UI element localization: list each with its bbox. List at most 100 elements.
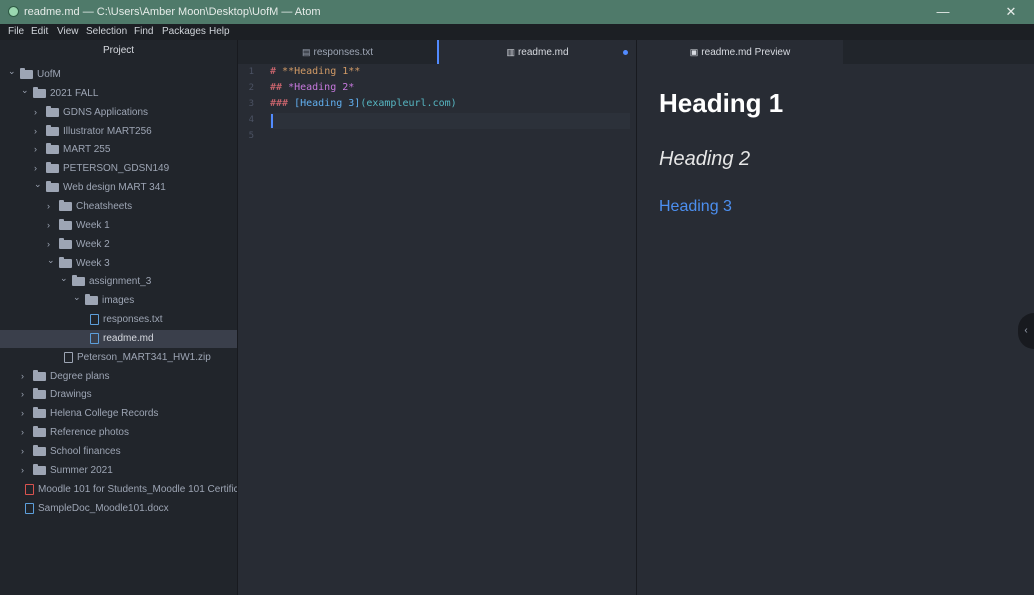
chevron-right-icon[interactable]: › [21,390,29,399]
chevron-down-icon[interactable]: ⌄ [8,67,16,76]
chevron-right-icon[interactable]: › [34,145,42,154]
chevron-right-icon[interactable]: › [47,239,55,248]
tab-label: readme.md [517,47,569,58]
tree-folder[interactable]: ⌄ Web design MART 341 [0,179,237,197]
markdown-preview: Heading 1 Heading 2 Heading 3 [637,64,1034,595]
menu-edit[interactable]: Edit [31,26,48,37]
tab-readme-md[interactable]: ▥ readme.md [437,40,636,64]
line-number-gutter: 1 2 3 4 5 [238,64,264,595]
chevron-right-icon[interactable]: › [21,447,29,456]
tab-label: readme.md Preview [701,47,791,58]
folder-icon [59,199,72,211]
menu-help[interactable]: Help [209,26,230,37]
folder-icon [33,407,46,419]
tab-readme-preview[interactable]: ▣ readme.md Preview [637,40,843,64]
tree-folder[interactable]: ⌄ Week 3 [0,255,237,273]
markdown-file-icon: ▥ [506,47,515,57]
tree-folder[interactable]: › Drawings [0,386,237,404]
project-header: Project [102,45,135,56]
tree-folder[interactable]: › Summer 2021 [0,462,237,480]
minimize-button[interactable]: — [920,0,966,24]
line-number: 3 [248,99,254,109]
menu-file[interactable]: File [8,26,24,37]
editor-tab-bar: ▤ responses.txt ▥ readme.md [238,40,636,64]
tree-item-label: Moodle 101 for Students_Moodle 101 Certi… [38,483,238,495]
tree-item-label: Week 3 [76,257,110,269]
folder-icon [46,181,59,193]
markdown-file-icon [90,332,99,344]
tree-folder[interactable]: › Helena College Records [0,405,237,423]
close-button[interactable]: ✕ [988,0,1034,24]
tree-file[interactable]: Peterson_MART341_HW1.zip [0,349,237,367]
tree-folder[interactable]: › Cheatsheets [0,198,237,216]
current-line-highlight [270,113,630,129]
tree-folder[interactable]: ⌄ assignment_3 [0,273,237,291]
tree-folder[interactable]: › Illustrator MART256 [0,123,237,141]
chevron-down-icon[interactable]: ⌄ [73,293,81,302]
menu-packages[interactable]: Packages [162,26,206,37]
tree-folder[interactable]: ⌄ images [0,292,237,310]
menu-selection[interactable]: Selection [86,26,127,37]
tree-folder[interactable]: › Week 2 [0,236,237,254]
code-token: (exampleurl.com) [360,98,457,109]
chevron-down-icon[interactable]: ⌄ [60,274,68,283]
chevron-right-icon[interactable]: › [34,164,42,173]
chevron-down-icon[interactable]: ⌄ [21,85,29,94]
preview-heading-3-link[interactable]: Heading 3 [659,198,732,216]
preview-heading-1: Heading 1 [659,88,784,118]
tree-item-label: Peterson_MART341_HW1.zip [77,351,211,363]
chevron-right-icon[interactable]: › [21,409,29,418]
tree-folder[interactable]: ⌄ UofM [0,66,237,84]
chevron-right-icon[interactable]: › [21,465,29,474]
tree-folder[interactable]: › School finances [0,443,237,461]
tree-item-label: 2021 FALL [50,87,99,99]
window-title: readme.md — C:\Users\Amber Moon\Desktop\… [24,6,321,18]
tree-file[interactable]: readme.md [0,329,237,348]
tree-folder[interactable]: › GDNS Applications [0,104,237,122]
tree-file[interactable]: Moodle 101 for Students_Moodle 101 Certi… [0,481,237,499]
code-token: ## [270,82,289,93]
code-editor[interactable]: 1 2 3 4 5 # **Heading 1** ## *Heading 2* #… [238,64,636,595]
code-line: # **Heading 1** [270,66,360,77]
chevron-down-icon[interactable]: ⌄ [34,180,42,189]
tree-item-label: Web design MART 341 [63,182,166,194]
folder-icon [33,445,46,456]
atom-logo-icon [8,6,19,17]
chevron-right-icon[interactable]: › [47,201,55,210]
tree-folder[interactable]: › PETERSON_GDSN149 [0,160,237,178]
code-line: ## *Heading 2* [270,82,354,93]
folder-icon [59,237,72,249]
tree-item-label: Week 1 [76,219,110,231]
folder-icon [46,124,59,136]
code-token: *Heading 2* [288,82,355,93]
code-token: # [270,66,283,77]
tab-responses-txt[interactable]: ▤ responses.txt [238,40,437,64]
menu-view[interactable]: View [57,26,79,37]
chevron-right-icon[interactable]: › [21,428,29,437]
chevron-right-icon[interactable]: › [34,126,42,135]
text-file-icon [90,314,99,326]
tree-folder[interactable]: ⌄ 2021 FALL [0,85,237,103]
tree-folder[interactable]: › Reference photos [0,424,237,442]
tree-file[interactable]: responses.txt [0,311,237,329]
chevron-right-icon[interactable]: › [21,371,29,380]
tab-label: responses.txt [313,47,373,58]
chevron-down-icon[interactable]: ⌄ [47,255,55,264]
preview-tab-bar: ▣ readme.md Preview [637,40,1034,64]
chevron-right-icon[interactable]: › [47,220,55,229]
code-token: [Heading 3] [294,98,361,109]
tree-item-label: Degree plans [50,370,110,382]
tree-folder[interactable]: › Degree plans [0,368,237,386]
line-number: 1 [248,67,254,77]
tree-file[interactable]: SampleDoc_Moodle101.docx [0,500,237,518]
tree-item-label: SampleDoc_Moodle101.docx [38,502,169,514]
tree-item-label: Summer 2021 [50,464,113,476]
tree-folder[interactable]: › MART 255 [0,141,237,159]
pdf-file-icon [25,483,34,495]
tree-folder[interactable]: › Week 1 [0,217,237,235]
menu-find[interactable]: Find [134,26,153,37]
folder-icon [59,256,72,268]
folder-icon [33,86,46,98]
chevron-right-icon[interactable]: › [34,107,42,116]
tree-item-label: Reference photos [50,427,129,439]
